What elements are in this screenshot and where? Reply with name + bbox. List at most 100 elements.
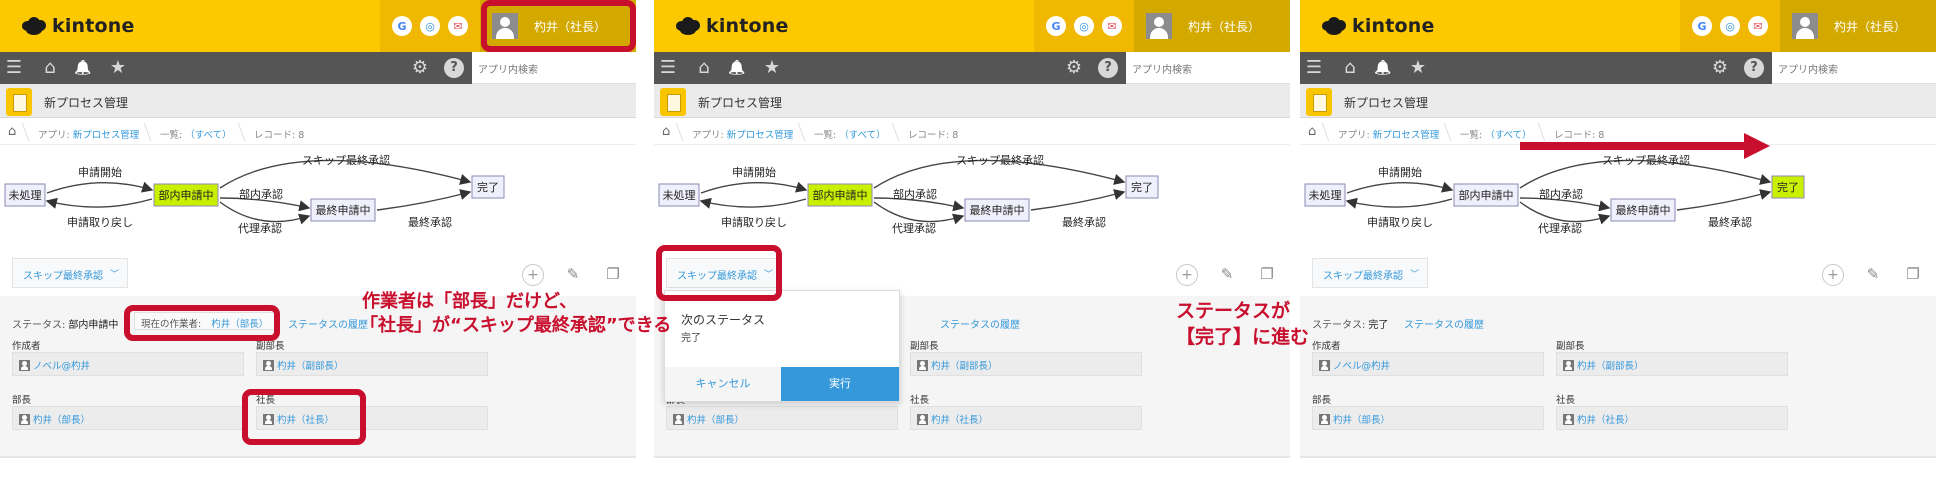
duplicate-icon[interactable]: ❐ bbox=[1903, 264, 1923, 284]
status-history-link[interactable]: ステータスの履歴 bbox=[940, 316, 1020, 331]
bell-icon[interactable]: 🔔 bbox=[73, 58, 93, 78]
gear-icon[interactable]: ⚙ bbox=[410, 58, 430, 78]
garoon-icon[interactable]: ◎ bbox=[420, 16, 440, 36]
manager-field-value[interactable]: 杓井（部長） bbox=[687, 415, 744, 426]
flow-node-final-review-label: 最終申請中 bbox=[970, 203, 1025, 217]
bell-icon[interactable]: 🔔 bbox=[1373, 58, 1393, 78]
user-icon bbox=[1563, 414, 1574, 425]
user-icon bbox=[917, 360, 928, 371]
status-history-link[interactable]: ステータスの履歴 bbox=[1404, 316, 1484, 331]
flow-edge-start-label: 申請開始 bbox=[78, 165, 122, 179]
app-icon bbox=[660, 88, 686, 116]
user-menu[interactable]: 杓井（社長） bbox=[1780, 0, 1936, 52]
nav-bar: ☰ ⌂ 🔔 ★ ⚙? アプリ内検索 bbox=[1300, 52, 1936, 84]
status-action-button[interactable]: スキップ最終承認 ﹀ bbox=[1312, 258, 1428, 288]
status-value: 完了 bbox=[1368, 320, 1389, 331]
add-record-icon[interactable]: + bbox=[1176, 264, 1198, 286]
president-field-value[interactable]: 杓井（社長） bbox=[1577, 415, 1634, 426]
header-app-icons: G ◎ ✉ bbox=[380, 0, 480, 52]
home-icon[interactable]: ⌂ bbox=[1340, 58, 1360, 78]
kintone-logo[interactable]: kintone bbox=[22, 14, 135, 38]
user-avatar-icon bbox=[1146, 13, 1172, 39]
vice-field-value[interactable]: 杓井（副部長） bbox=[1577, 361, 1644, 372]
google-icon[interactable]: G bbox=[1692, 16, 1712, 36]
manager-field: 杓井（部長） bbox=[1312, 406, 1544, 430]
vice-field: 杓井（副部長） bbox=[1556, 352, 1788, 376]
next-status-value[interactable]: 完了 bbox=[681, 329, 701, 344]
creator-field-value[interactable]: ノベル@杓井 bbox=[1333, 361, 1390, 372]
flow-edge-final-approve-label: 最終承認 bbox=[1708, 215, 1752, 229]
duplicate-icon[interactable]: ❐ bbox=[1257, 264, 1277, 284]
bell-icon[interactable]: 🔔 bbox=[727, 58, 747, 78]
app-title: 新プロセス管理 bbox=[44, 96, 129, 110]
search-placeholder: アプリ内検索 bbox=[1778, 65, 1838, 76]
app-title-bar: 新プロセス管理 bbox=[1300, 84, 1936, 118]
flow-edge-final-approve bbox=[1030, 189, 1126, 211]
breadcrumb-list-prefix: 一覧: bbox=[1460, 130, 1483, 141]
kintone-logo[interactable]: kintone bbox=[676, 14, 789, 38]
mail-icon[interactable]: ✉ bbox=[1748, 16, 1768, 36]
edit-icon[interactable]: ✎ bbox=[1863, 264, 1883, 284]
breadcrumb-app-link[interactable]: 新プロセス管理 bbox=[73, 130, 140, 141]
duplicate-icon[interactable]: ❐ bbox=[603, 264, 623, 284]
nav-bar: ☰ ⌂ 🔔 ★ ⚙? アプリ内検索 bbox=[0, 52, 636, 84]
mail-icon[interactable]: ✉ bbox=[1102, 16, 1122, 36]
manager-field-value[interactable]: 杓井（部長） bbox=[1333, 415, 1390, 426]
user-icon bbox=[1319, 360, 1330, 371]
breadcrumb-list-link[interactable]: （すべて） bbox=[185, 130, 231, 141]
annotation-worker-line1: 作業者は「部長」だけど、 bbox=[362, 291, 578, 312]
search-placeholder: アプリ内検索 bbox=[478, 65, 538, 76]
breadcrumb-list-prefix: 一覧: bbox=[814, 130, 837, 141]
breadcrumb-app-link[interactable]: 新プロセス管理 bbox=[1373, 130, 1440, 141]
vice-field-value[interactable]: 杓井（副部長） bbox=[931, 361, 998, 372]
annotation-status-note: ステータスが 【完了】に進む bbox=[1176, 298, 1309, 350]
cancel-button[interactable]: キャンセル bbox=[665, 367, 781, 401]
star-icon[interactable]: ★ bbox=[108, 58, 128, 78]
mail-icon[interactable]: ✉ bbox=[448, 16, 468, 36]
president-field-value[interactable]: 杓井（社長） bbox=[931, 415, 988, 426]
vice-field-value[interactable]: 杓井（副部長） bbox=[277, 361, 344, 372]
status-line: ステータス: 完了 bbox=[1312, 316, 1388, 331]
highlight-president-field bbox=[242, 389, 366, 445]
menu-icon[interactable]: ☰ bbox=[4, 58, 24, 78]
star-icon[interactable]: ★ bbox=[1408, 58, 1428, 78]
app-search-input[interactable]: アプリ内検索 bbox=[1772, 52, 1936, 84]
manager-field-value[interactable]: 杓井（部長） bbox=[33, 415, 90, 426]
creator-field-value[interactable]: ノベル@杓井 bbox=[33, 361, 90, 372]
header-app-icons: G ◎ ✉ bbox=[1680, 0, 1780, 52]
help-icon[interactable]: ? bbox=[1098, 58, 1118, 78]
menu-icon[interactable]: ☰ bbox=[658, 58, 678, 78]
home-icon[interactable]: ⌂ bbox=[40, 58, 60, 78]
help-icon[interactable]: ? bbox=[444, 58, 464, 78]
app-search-input[interactable]: アプリ内検索 bbox=[472, 52, 636, 84]
flow-edge-withdraw bbox=[1345, 197, 1453, 209]
app-search-input[interactable]: アプリ内検索 bbox=[1126, 52, 1290, 84]
red-arrow-icon bbox=[1520, 133, 1770, 159]
highlight-action-button bbox=[656, 245, 782, 301]
home-icon[interactable]: ⌂ bbox=[694, 58, 714, 78]
breadcrumb-app-link[interactable]: 新プロセス管理 bbox=[727, 130, 794, 141]
gear-icon[interactable]: ⚙ bbox=[1064, 58, 1084, 78]
status-history-link[interactable]: ステータスの履歴 bbox=[288, 316, 368, 331]
user-menu[interactable]: 杓井（社長） bbox=[1134, 0, 1290, 52]
kintone-logo[interactable]: kintone bbox=[1322, 14, 1435, 38]
google-icon[interactable]: G bbox=[1046, 16, 1066, 36]
president-label: 社長 bbox=[1556, 395, 1576, 406]
flow-node-complete-label: 完了 bbox=[477, 180, 499, 194]
edit-icon[interactable]: ✎ bbox=[563, 264, 583, 284]
gear-icon[interactable]: ⚙ bbox=[1710, 58, 1730, 78]
garoon-icon[interactable]: ◎ bbox=[1720, 16, 1740, 36]
star-icon[interactable]: ★ bbox=[762, 58, 782, 78]
manager-label: 部長 bbox=[1312, 395, 1332, 406]
status-value: 部内申請中 bbox=[68, 320, 119, 331]
add-record-icon[interactable]: + bbox=[522, 264, 544, 286]
help-icon[interactable]: ? bbox=[1744, 58, 1764, 78]
menu-icon[interactable]: ☰ bbox=[1304, 58, 1324, 78]
execute-button[interactable]: 実行 bbox=[781, 367, 899, 401]
status-action-button[interactable]: スキップ最終承認 ﹀ bbox=[12, 258, 128, 288]
edit-icon[interactable]: ✎ bbox=[1217, 264, 1237, 284]
garoon-icon[interactable]: ◎ bbox=[1074, 16, 1094, 36]
google-icon[interactable]: G bbox=[392, 16, 412, 36]
add-record-icon[interactable]: + bbox=[1822, 264, 1844, 286]
breadcrumb-list-link[interactable]: （すべて） bbox=[839, 130, 885, 141]
